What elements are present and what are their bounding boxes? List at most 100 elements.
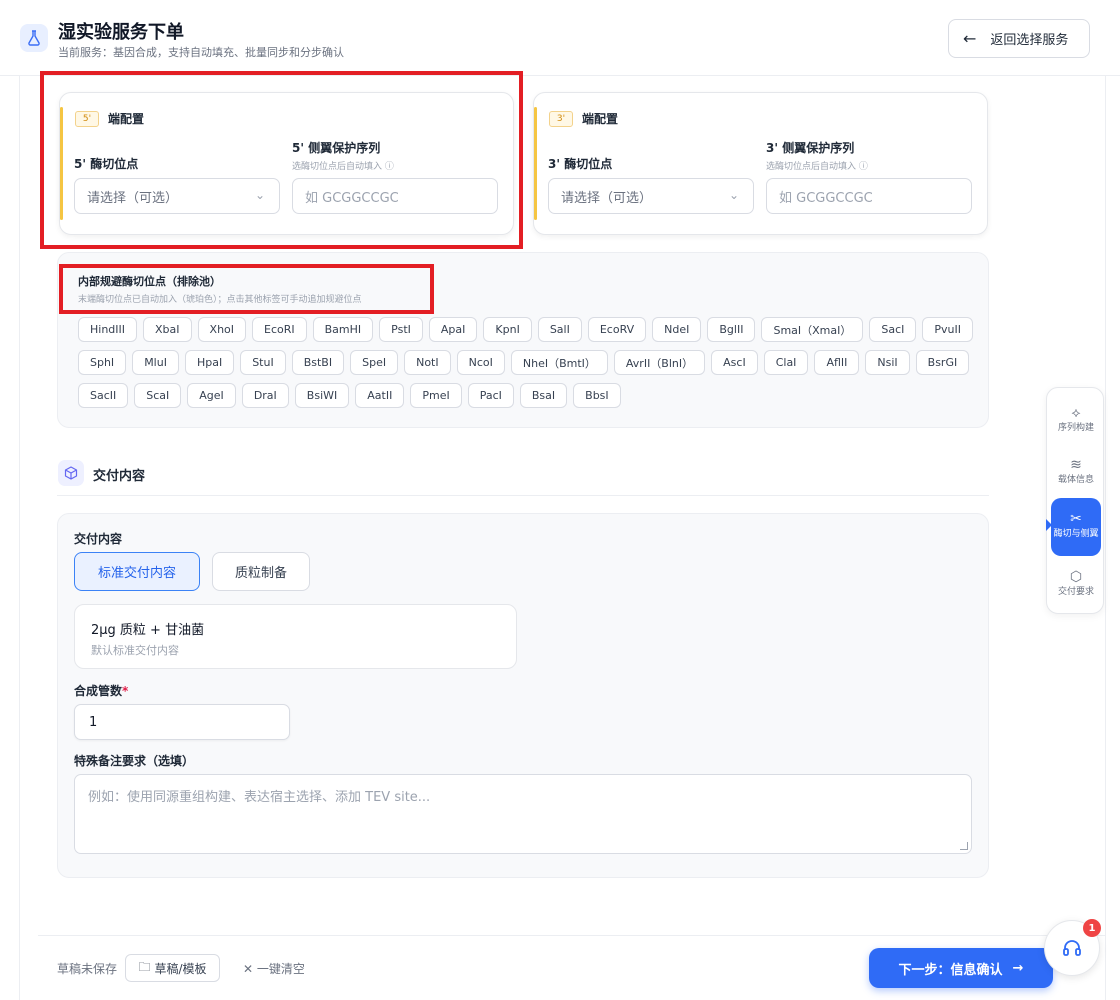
- amber-accent: [534, 107, 537, 220]
- nav-label: 载体信息: [1057, 475, 1094, 485]
- enzyme-chip[interactable]: NotI: [404, 350, 451, 375]
- enzyme-chip[interactable]: PmeI: [410, 383, 462, 408]
- back-button[interactable]: ← 返回选择服务: [948, 19, 1090, 58]
- headset-icon: [1063, 940, 1081, 956]
- delivery-info-sub: 默认标准交付内容: [91, 644, 179, 657]
- enzyme-chip[interactable]: SalI: [537, 317, 582, 342]
- next-step-button[interactable]: 下一步：信息确认 →: [869, 948, 1053, 988]
- page-subtitle: 当前服务：基因合成，支持自动填充、批量同步和分步确认: [58, 46, 344, 59]
- active-caret-icon: [1046, 519, 1052, 531]
- scissors-icon: ✂: [1070, 511, 1082, 527]
- enzyme-chip[interactable]: StuI: [240, 350, 286, 375]
- three-prime-protect-input[interactable]: 如 GCGGCCGC: [766, 178, 972, 214]
- enzyme-chip[interactable]: HpaI: [184, 350, 235, 375]
- enzyme-chip[interactable]: NheI（BmtI）: [510, 350, 608, 375]
- enzyme-chip[interactable]: EcoRI: [252, 317, 307, 342]
- tubes-label: 合成管数*: [74, 684, 129, 698]
- delivery-content-label: 交付内容: [74, 532, 123, 546]
- box-icon: [58, 460, 84, 486]
- enzyme-chip[interactable]: ScaI: [134, 383, 182, 408]
- enzyme-chip[interactable]: AatII: [355, 383, 405, 408]
- content-border-left: [19, 76, 20, 1000]
- resize-handle-icon[interactable]: [960, 842, 968, 850]
- remark-label: 特殊备注要求（选填）: [74, 754, 195, 768]
- three-prime-protect-label: 3' 侧翼保护序列: [766, 141, 855, 155]
- delivery-info-main: 2μg 质粒 + 甘油菌: [91, 623, 205, 638]
- enzyme-chip[interactable]: AvrII（BlnI）: [613, 350, 706, 375]
- enzyme-chip[interactable]: NdeI: [652, 317, 702, 342]
- box-icon: ⬡: [1069, 569, 1083, 585]
- enzyme-chip[interactable]: PacI: [467, 383, 514, 408]
- enzyme-chip[interactable]: BglII: [707, 317, 756, 342]
- notification-badge: 1: [1083, 919, 1101, 937]
- highlight-box: [59, 264, 434, 314]
- next-button-label: 下一步：信息确认: [898, 962, 1003, 978]
- nav-label: 交付要求: [1057, 587, 1094, 597]
- enzyme-chip[interactable]: SphI: [78, 350, 127, 375]
- option-standard-delivery[interactable]: 标准交付内容: [74, 552, 200, 591]
- remark-placeholder: 例如：使用同源重组构建、表达宿主选择、添加 TEV site...: [88, 790, 431, 805]
- enzyme-chip[interactable]: NsiI: [865, 350, 910, 375]
- page-header: 湿实验服务下单 当前服务：基因合成，支持自动填充、批量同步和分步确认 ← 返回选…: [0, 0, 1120, 76]
- draft-template-button[interactable]: 🗀 草稿/模板: [125, 954, 220, 982]
- nav-delivery[interactable]: ⬡ 交付要求: [1051, 560, 1101, 610]
- enzyme-chip[interactable]: KpnI: [483, 317, 532, 342]
- section-title: 交付内容: [93, 469, 146, 484]
- three-prime-protect-hint: 选酶切位点后自动填入 ⓘ: [766, 162, 868, 172]
- nav-label: 序列构建: [1057, 423, 1094, 433]
- tubes-input[interactable]: 1: [74, 704, 290, 740]
- enzyme-chip[interactable]: SacI: [869, 317, 917, 342]
- nav-sequence-build[interactable]: ⟡ 序列构建: [1051, 396, 1101, 446]
- flask-icon: [20, 24, 48, 52]
- enzyme-chip[interactable]: SpeI: [350, 350, 399, 375]
- three-prime-site-label: 3' 酶切位点: [548, 157, 613, 171]
- required-mark: *: [122, 684, 129, 698]
- layers-icon: ≋: [1070, 457, 1082, 473]
- content-border-right: [1105, 76, 1106, 1000]
- help-icon[interactable]: ⓘ: [859, 162, 868, 172]
- nav-digest-flank[interactable]: ✂ 酶切与侧翼: [1051, 498, 1101, 556]
- clear-all-button[interactable]: ✕ 一键清空: [243, 960, 305, 977]
- nav-label: 酶切与侧翼: [1053, 529, 1099, 539]
- close-icon: ✕: [243, 962, 254, 976]
- enzyme-chip[interactable]: MluI: [132, 350, 179, 375]
- delivery-info-box: 2μg 质粒 + 甘油菌 默认标准交付内容: [74, 604, 517, 669]
- enzyme-chip[interactable]: DraI: [241, 383, 289, 408]
- sparkle-icon: ⟡: [1071, 405, 1081, 421]
- three-prime-title: 端配置: [582, 112, 619, 126]
- enzyme-chip[interactable]: NcoI: [456, 350, 505, 375]
- enzyme-chip[interactable]: PstI: [379, 317, 423, 342]
- enzyme-chip[interactable]: HindIII: [78, 317, 138, 342]
- enzyme-chip[interactable]: XhoI: [197, 317, 247, 342]
- three-prime-card: 3' 端配置 3' 酶切位点 3' 侧翼保护序列 选酶切位点后自动填入 ⓘ 请选…: [533, 92, 988, 235]
- enzyme-chip[interactable]: SmaI（XmaI）: [761, 317, 864, 342]
- highlight-box: [40, 71, 523, 249]
- enzyme-chip[interactable]: PvuII: [922, 317, 974, 342]
- enzyme-chip[interactable]: BsrGI: [915, 350, 970, 375]
- enzyme-chip[interactable]: ClaI: [763, 350, 809, 375]
- enzyme-chip[interactable]: BsaI: [519, 383, 568, 408]
- enzyme-chip[interactable]: BstBI: [291, 350, 345, 375]
- arrow-left-icon: ←: [963, 29, 977, 48]
- clear-button-label: 一键清空: [256, 962, 305, 976]
- page-title: 湿实验服务下单: [58, 22, 184, 43]
- enzyme-chip-list: HindIII XbaI XhoI EcoRI BamHI PstI ApaI KpnI Sal…: [78, 317, 978, 408]
- remark-textarea[interactable]: 例如：使用同源重组构建、表达宿主选择、添加 TEV site...: [74, 774, 972, 854]
- enzyme-chip[interactable]: EcoRV: [587, 317, 647, 342]
- draft-button-label: 草稿/模板: [154, 961, 207, 976]
- back-button-label: 返回选择服务: [990, 33, 1069, 48]
- enzyme-chip[interactable]: SacII: [78, 383, 129, 408]
- enzyme-chip[interactable]: AscI: [711, 350, 758, 375]
- divider: [57, 495, 989, 496]
- enzyme-chip[interactable]: XbaI: [143, 317, 192, 342]
- option-plasmid-prep[interactable]: 质粒制备: [212, 552, 310, 591]
- enzyme-chip[interactable]: AflII: [814, 350, 860, 375]
- enzyme-chip[interactable]: BsiWI: [294, 383, 350, 408]
- enzyme-chip[interactable]: BbsI: [573, 383, 621, 408]
- draft-status: 草稿未保存: [57, 962, 118, 976]
- enzyme-chip[interactable]: AgeI: [187, 383, 236, 408]
- enzyme-chip[interactable]: BamHI: [312, 317, 374, 342]
- three-prime-site-select[interactable]: 请选择（可选） ⌄: [548, 178, 754, 214]
- nav-vector-info[interactable]: ≋ 载体信息: [1051, 448, 1101, 498]
- enzyme-chip[interactable]: ApaI: [428, 317, 478, 342]
